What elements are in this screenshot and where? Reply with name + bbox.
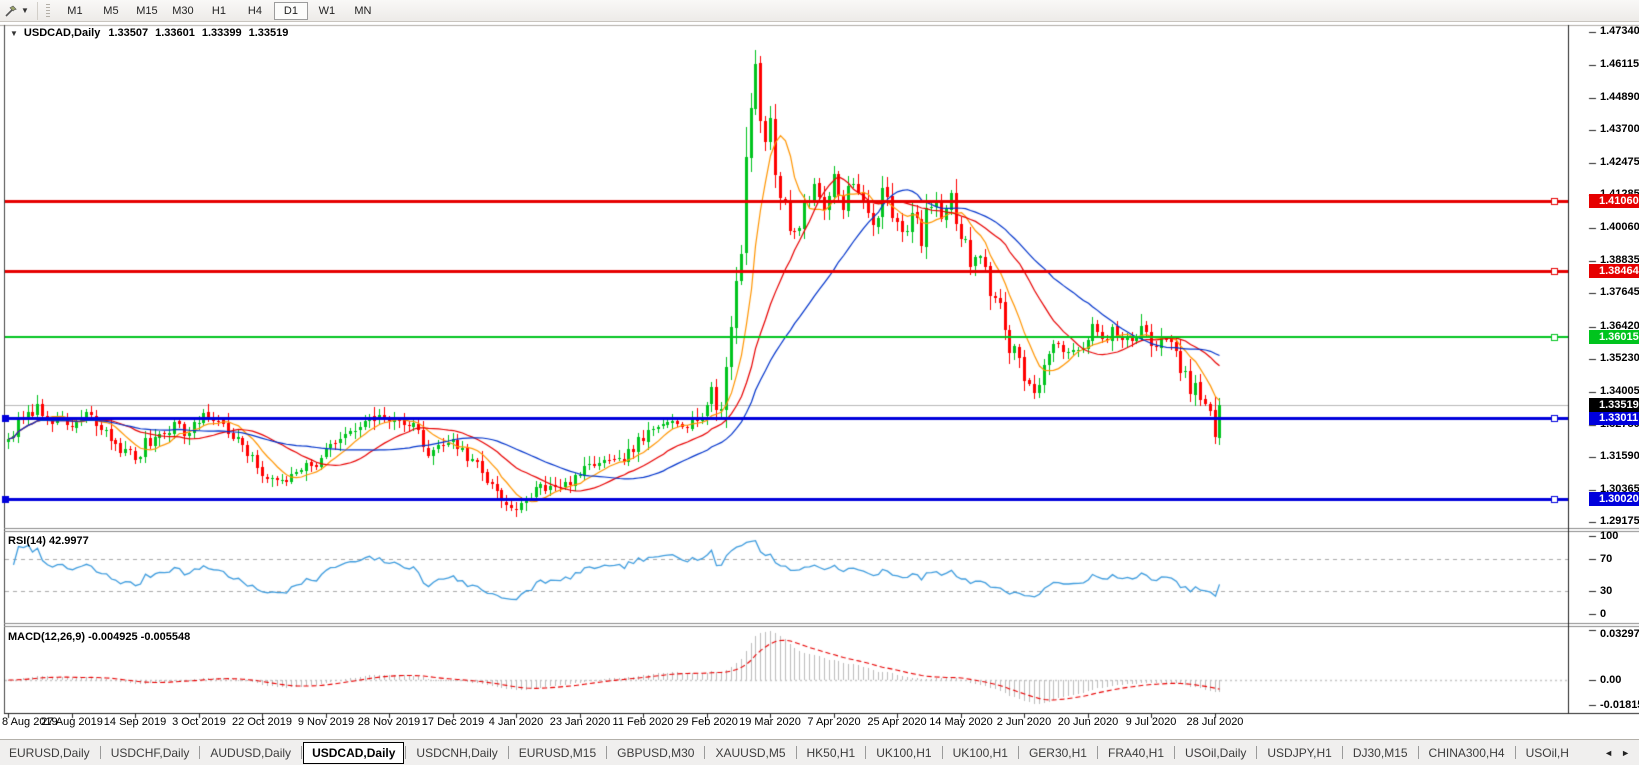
price-axis-tick: 1.44890 <box>1600 91 1638 104</box>
tab-separator <box>1018 746 1019 759</box>
period-button-w1[interactable]: W1 <box>310 2 344 20</box>
price-axis-tick: 1.35230 <box>1600 352 1638 365</box>
hline-price-badge: 1.33011 <box>1589 411 1639 425</box>
tab-separator <box>1174 746 1175 759</box>
tab-uk100-h1[interactable]: UK100,H1 <box>944 743 1017 763</box>
period-button-m15[interactable]: M15 <box>130 2 164 20</box>
bid-price-badge: 1.33519 <box>1589 398 1639 412</box>
hline-price-badge: 1.30020 <box>1589 492 1639 506</box>
tab-separator <box>942 746 943 759</box>
period-button-m1[interactable]: M1 <box>58 2 92 20</box>
ohlc-high-value: 1.33601 <box>155 27 195 39</box>
price-axis-tick: 1.40060 <box>1600 221 1638 234</box>
tab-separator <box>1418 746 1419 759</box>
tab-separator <box>606 746 607 759</box>
tab-separator <box>405 746 406 759</box>
price-axis-tick: 1.43700 <box>1600 123 1638 136</box>
hline-price-badge: 1.38464 <box>1589 264 1639 278</box>
price-axis-tick: 1.46115 <box>1600 58 1638 71</box>
macd-scale-label: 0.032972 <box>1600 628 1639 641</box>
period-button-h4[interactable]: H4 <box>238 2 272 20</box>
tab-separator <box>199 746 200 759</box>
tab-separator <box>1342 746 1343 759</box>
symbol-dropdown-caret-icon[interactable]: ▼ <box>10 29 18 38</box>
tab-separator <box>1515 746 1516 759</box>
macd-scale-label: 0.00 <box>1600 674 1621 687</box>
tab-ger30-h1[interactable]: GER30,H1 <box>1020 743 1096 763</box>
tab-separator <box>704 746 705 759</box>
tab-usoil-h[interactable]: USOil,H <box>1517 743 1578 763</box>
ohlc-close-value: 1.33519 <box>249 27 289 39</box>
period-button-d1[interactable]: D1 <box>274 2 308 20</box>
price-axis-tick: 1.29175 <box>1600 515 1638 528</box>
hline-price-badge: 1.41060 <box>1589 194 1639 208</box>
period-button-h1[interactable]: H1 <box>202 2 236 20</box>
tab-separator <box>796 746 797 759</box>
tab-china300-h4[interactable]: CHINA300,H4 <box>1420 743 1514 763</box>
chart-canvas[interactable] <box>0 0 1639 765</box>
tool-dropdown-caret-icon[interactable]: ▼ <box>21 6 29 15</box>
tab-gbpusd-m30[interactable]: GBPUSD,M30 <box>608 743 703 763</box>
tab-separator <box>508 746 509 759</box>
tab-dj30-m15[interactable]: DJ30,M15 <box>1344 743 1417 763</box>
rsi-scale-label: 100 <box>1600 530 1618 543</box>
macd-scale-label: -0.018154 <box>1600 699 1639 712</box>
rsi-indicator-label: RSI(14) 42.9977 <box>8 535 89 547</box>
tab-separator <box>1097 746 1098 759</box>
tab-eurusd-daily[interactable]: EURUSD,Daily <box>0 743 99 763</box>
periodicity-toolbar: ▼ M1M5M15M30H1H4D1W1MN <box>0 0 1639 22</box>
chart-header: ▼ USDCAD,Daily 1.33507 1.33601 1.33399 1… <box>8 27 295 39</box>
time-axis-label: 28 Jul 2020 <box>1167 716 1263 728</box>
tab-xauusd-m5[interactable]: XAUUSD,M5 <box>706 743 794 763</box>
tab-eurusd-m15[interactable]: EURUSD,M15 <box>510 743 605 763</box>
tab-hk50-h1[interactable]: HK50,H1 <box>798 743 865 763</box>
tab-usdchf-daily[interactable]: USDCHF,Daily <box>102 743 199 763</box>
tab-separator <box>301 746 302 759</box>
period-button-m30[interactable]: M30 <box>166 2 200 20</box>
tab-usoil-daily[interactable]: USOil,Daily <box>1176 743 1255 763</box>
hline-price-badge: 1.36015 <box>1589 330 1639 344</box>
tab-usdcad-daily[interactable]: USDCAD,Daily <box>303 742 404 764</box>
chart-symbol-label: USDCAD,Daily <box>24 27 100 39</box>
tab-fra40-h1[interactable]: FRA40,H1 <box>1099 743 1173 763</box>
symbol-tab-bar: EURUSD,DailyUSDCHF,DailyAUDUSD,DailyUSDC… <box>0 739 1639 765</box>
tab-separator <box>1256 746 1257 759</box>
ohlc-open-value: 1.33507 <box>108 27 148 39</box>
tab-separator <box>100 746 101 759</box>
price-axis-tick: 1.37645 <box>1600 286 1638 299</box>
line-tool-icon[interactable] <box>3 3 19 19</box>
tab-usdjpy-h1[interactable]: USDJPY,H1 <box>1258 743 1340 763</box>
toolbar-grip[interactable] <box>46 4 50 18</box>
period-buttons-group: M1M5M15M30H1H4D1W1MN <box>57 2 381 20</box>
price-axis-tick: 1.47340 <box>1600 25 1638 38</box>
period-button-m5[interactable]: M5 <box>94 2 128 20</box>
price-axis-tick: 1.31590 <box>1600 450 1638 463</box>
price-axis-tick: 1.34005 <box>1600 385 1638 398</box>
price-axis-tick: 1.42475 <box>1600 156 1638 169</box>
trading-platform-screen: ▼ M1M5M15M30H1H4D1W1MN ▼ USDCAD,Daily 1.… <box>0 0 1639 765</box>
ohlc-low-value: 1.33399 <box>202 27 242 39</box>
macd-indicator-label: MACD(12,26,9) -0.004925 -0.005548 <box>8 631 190 643</box>
tab-scroll-arrows: ◄► <box>1595 748 1639 758</box>
tab-audusd-daily[interactable]: AUDUSD,Daily <box>201 743 300 763</box>
rsi-scale-label: 70 <box>1600 553 1612 566</box>
period-button-mn[interactable]: MN <box>346 2 380 20</box>
tab-scroll-right-icon[interactable]: ► <box>1621 748 1630 758</box>
tab-uk100-h1[interactable]: UK100,H1 <box>867 743 940 763</box>
tab-separator <box>865 746 866 759</box>
rsi-scale-label: 0 <box>1600 608 1606 621</box>
tab-scroll-left-icon[interactable]: ◄ <box>1604 748 1613 758</box>
tab-usdcnh-daily[interactable]: USDCNH,Daily <box>407 743 506 763</box>
toolbar-separator <box>37 2 38 20</box>
rsi-scale-label: 30 <box>1600 585 1612 598</box>
